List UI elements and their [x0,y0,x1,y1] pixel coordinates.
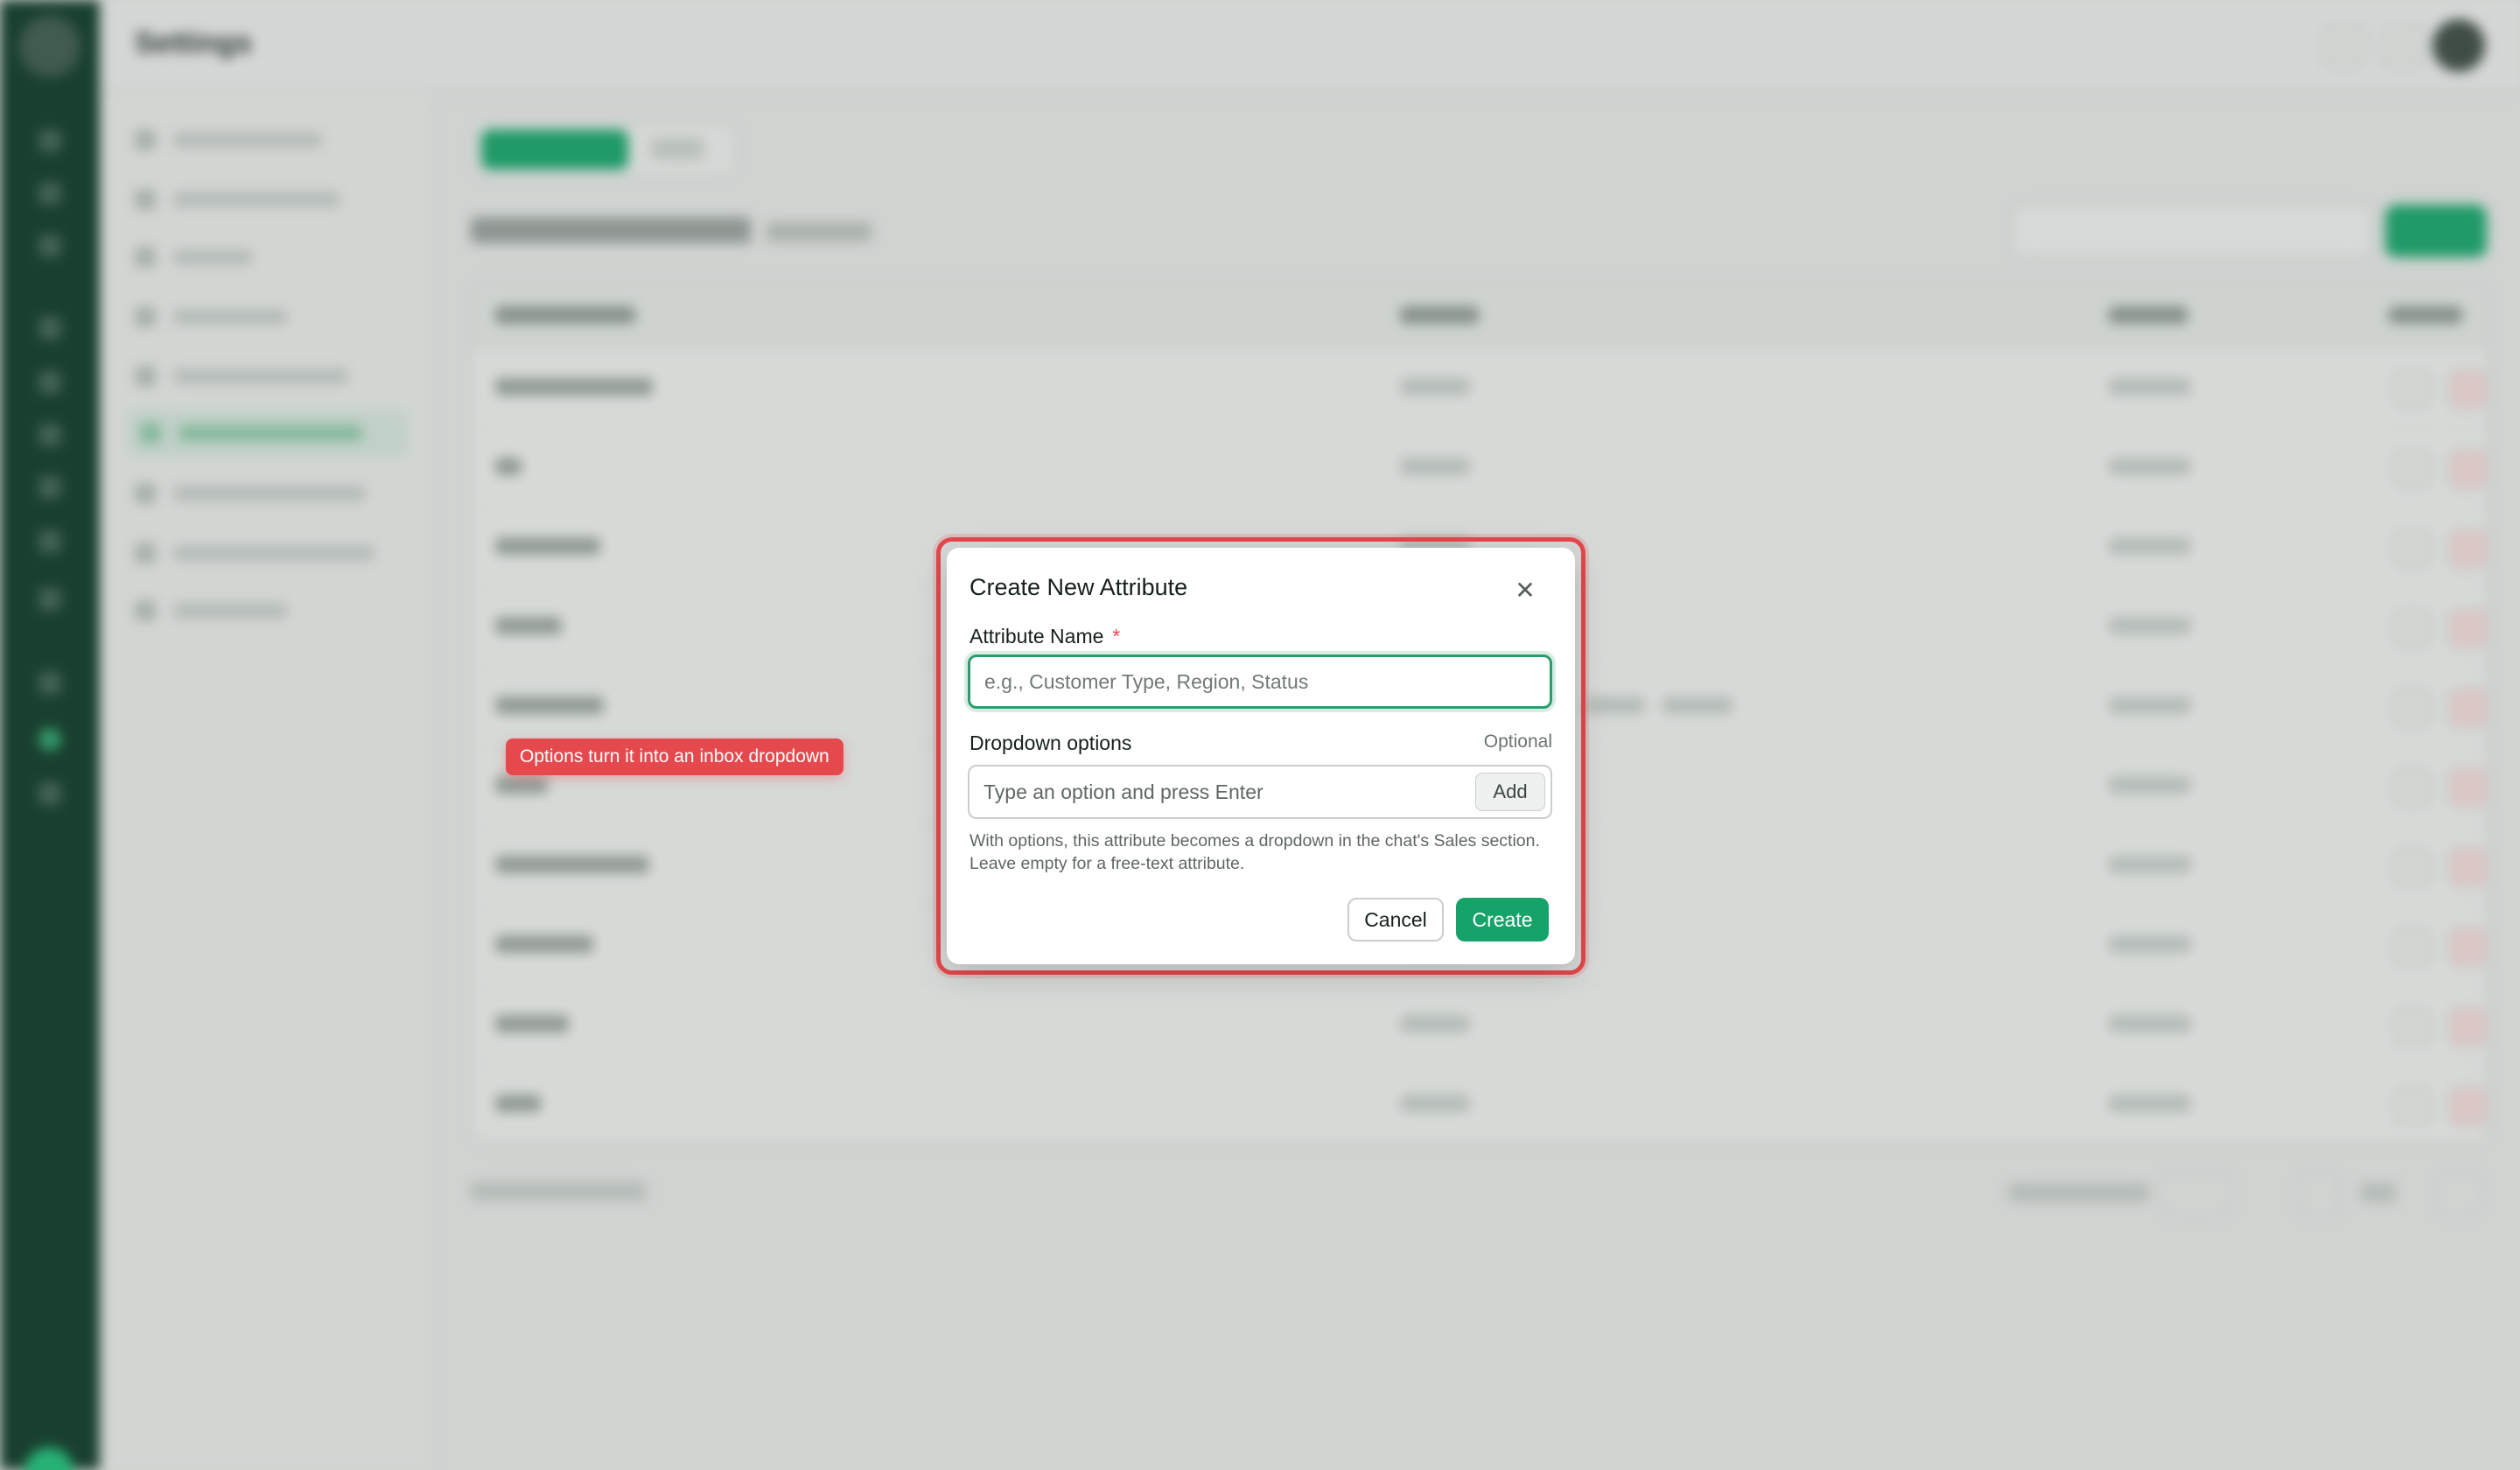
dropdown-options-field: Add [968,765,1552,819]
dropdown-option-input[interactable] [971,768,1470,816]
create-button[interactable]: Create [1456,898,1549,942]
add-option-button[interactable]: Add [1475,773,1545,811]
dialog-title: Create New Attribute [970,574,1188,600]
attribute-name-label-text: Attribute Name [970,625,1104,648]
attribute-name-label: Attribute Name * [970,625,1120,648]
attribute-name-input[interactable] [968,654,1552,709]
options-tooltip: Options turn it into an inbox dropdown [506,738,844,775]
dropdown-options-label: Dropdown options [970,732,1132,754]
required-asterisk: * [1112,625,1121,648]
optional-label: Optional [1483,732,1552,752]
dropdown-help-text: With options, this attribute becomes a d… [970,831,1540,873]
create-attribute-dialog: Create New Attribute ✕ Attribute Name * D… [947,548,1575,964]
cancel-button[interactable]: Cancel [1348,898,1444,942]
close-icon[interactable]: ✕ [1512,578,1538,604]
